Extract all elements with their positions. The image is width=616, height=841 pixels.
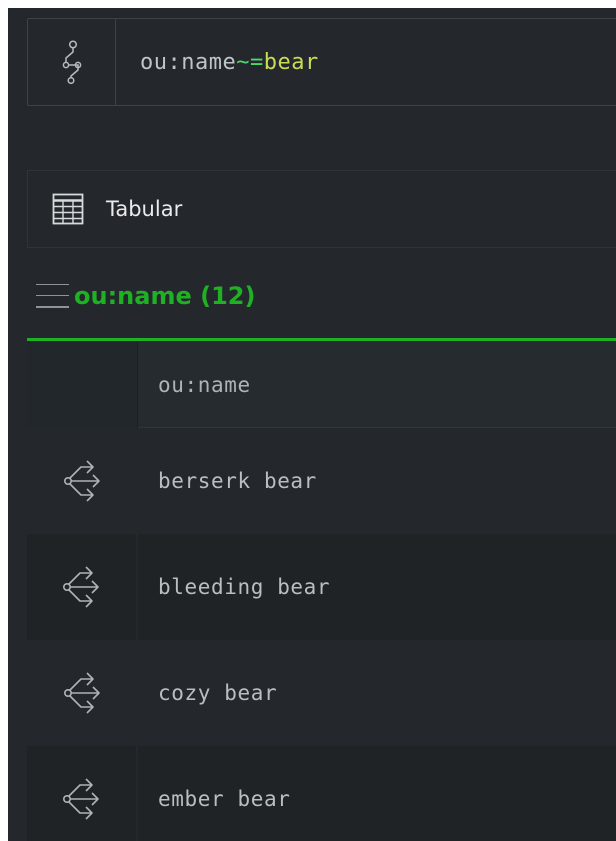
query-icon-button[interactable]: [28, 19, 116, 105]
table-row[interactable]: berserk bear: [27, 428, 616, 534]
query-operator: ~=: [236, 49, 264, 75]
hamburger-menu-icon[interactable]: [36, 283, 69, 308]
view-mode-selector[interactable]: Tabular: [27, 170, 616, 248]
column-header-ou-name[interactable]: ou:name: [138, 373, 251, 397]
cell-ou-name: ember bear: [158, 787, 291, 811]
cell-ou-name: cozy bear: [158, 681, 278, 705]
row-gutter: [27, 746, 138, 841]
results-title: ou:name (12): [74, 281, 256, 310]
results-section-header: ou:name (12): [27, 253, 616, 341]
storm-query-icon: [62, 40, 81, 84]
view-mode-label: Tabular: [106, 197, 183, 221]
node-explore-icon[interactable]: [62, 565, 102, 609]
row-gutter: [27, 428, 138, 534]
query-input[interactable]: ou:name ~= bear: [116, 19, 319, 105]
cell-ou-name: bleeding bear: [158, 575, 331, 599]
table-row[interactable]: ember bear: [27, 746, 616, 841]
query-value: bear: [263, 49, 319, 75]
table-grid-icon: [52, 193, 84, 225]
table-row[interactable]: cozy bear: [27, 640, 616, 746]
results-table: ou:name berserk bear bleeding bear cozy …: [27, 342, 616, 841]
node-explore-icon[interactable]: [63, 459, 103, 503]
storm-query-app: ou:name ~= bear Tabular ou:name (12) ou:…: [8, 8, 616, 841]
table-header-gutter: [27, 342, 138, 428]
row-gutter: [27, 640, 138, 746]
node-explore-icon[interactable]: [63, 671, 103, 715]
query-bar[interactable]: ou:name ~= bear: [27, 18, 616, 106]
table-row[interactable]: bleeding bear: [27, 534, 616, 640]
table-header-row: ou:name: [27, 342, 616, 428]
node-explore-icon[interactable]: [62, 777, 102, 821]
query-field: ou:name: [140, 49, 237, 75]
row-gutter: [27, 534, 138, 640]
cell-ou-name: berserk bear: [158, 469, 317, 493]
